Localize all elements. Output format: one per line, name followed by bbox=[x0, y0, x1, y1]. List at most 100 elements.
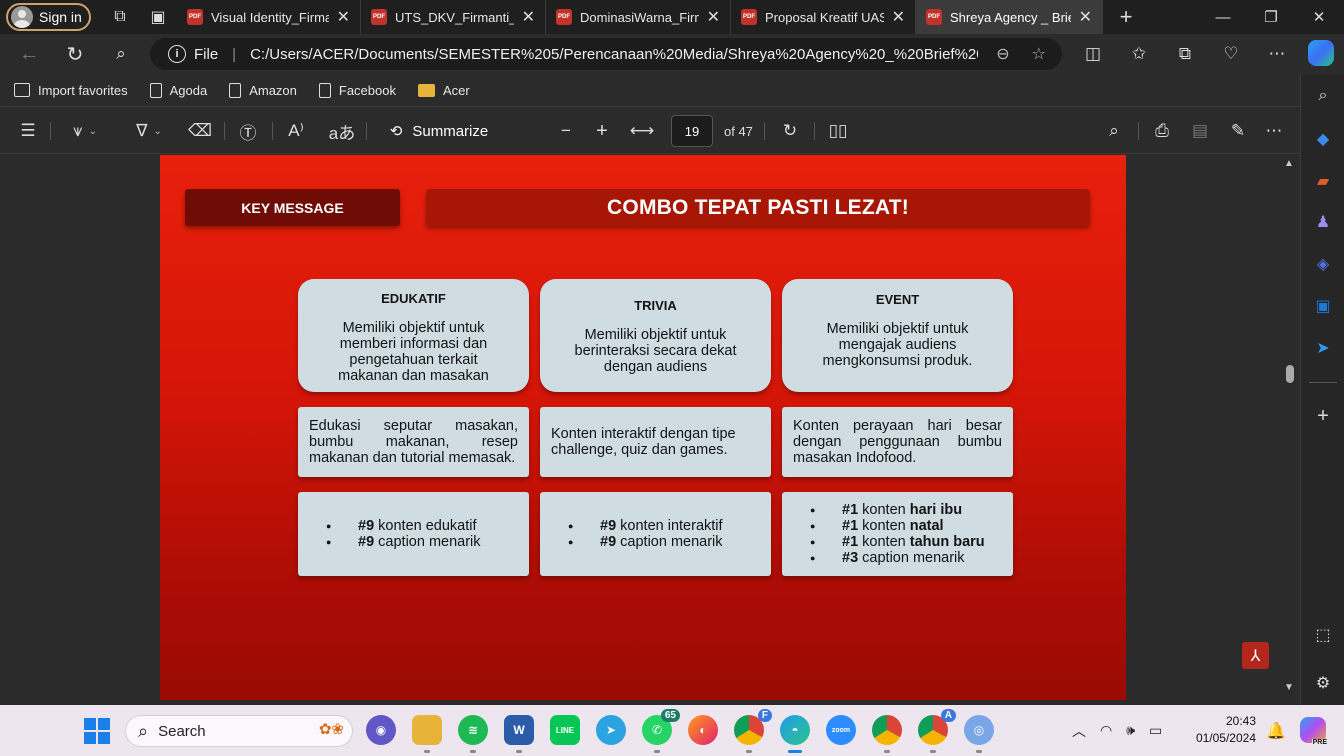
item-text: konten edukatif bbox=[374, 518, 477, 534]
favorite-import[interactable]: Import favorites bbox=[14, 83, 128, 98]
close-tab-icon[interactable]: ✕ bbox=[707, 7, 720, 27]
tab-shreya-agency[interactable]: PDF Shreya Agency _ Brie ✕ bbox=[916, 0, 1103, 34]
close-tab-icon[interactable]: ✕ bbox=[337, 7, 350, 27]
tab-uts-dkv[interactable]: PDF UTS_DKV_Firmanti_1 ✕ bbox=[361, 0, 546, 34]
item-text: caption menarik bbox=[374, 534, 481, 550]
file-explorer-icon[interactable] bbox=[412, 715, 442, 753]
firefox-icon[interactable]: ◐ bbox=[688, 715, 718, 745]
copilot-sidebar-icon[interactable]: ◈ bbox=[1301, 249, 1344, 279]
more-options-icon[interactable]: ⋯ bbox=[1254, 34, 1300, 74]
system-app-icon[interactable]: ◎ bbox=[964, 715, 994, 753]
tab-visual-identity[interactable]: PDF Visual Identity_Firman ✕ bbox=[177, 0, 361, 34]
tools-icon[interactable]: ▰ bbox=[1301, 166, 1344, 196]
summarize-label: Summarize bbox=[412, 122, 489, 140]
close-tab-icon[interactable]: ✕ bbox=[522, 7, 535, 27]
favorites-icon[interactable]: ✩ bbox=[1116, 34, 1162, 74]
summarize-button[interactable]: ⟲ Summarize bbox=[384, 107, 494, 155]
outlook-icon[interactable]: ▣ bbox=[1301, 291, 1344, 321]
workspaces-icon[interactable]: ⧉ bbox=[101, 0, 139, 34]
shopping-tag-icon[interactable]: ◆ bbox=[1301, 124, 1344, 154]
whatsapp-icon[interactable]: ✆ 65 bbox=[642, 709, 680, 753]
zoom-out-icon[interactable]: ⊖ bbox=[996, 44, 1009, 64]
collections-icon[interactable]: ⧉ bbox=[1162, 34, 1208, 74]
copilot-pre-icon[interactable]: PRE bbox=[1300, 717, 1328, 746]
find-icon[interactable]: ⌕ bbox=[1100, 107, 1128, 155]
restore-icon[interactable]: ❐ bbox=[1248, 0, 1294, 34]
windows-start-icon[interactable] bbox=[84, 718, 110, 744]
telegram-icon[interactable]: ➤ bbox=[596, 715, 626, 745]
tab-proposal-kreatif[interactable]: PDF Proposal Kreatif UAS ✕ bbox=[731, 0, 916, 34]
taskbar-search[interactable]: ⌕ Search ✿❀ bbox=[125, 715, 353, 747]
spotify-icon[interactable]: ≋ bbox=[458, 715, 488, 753]
search-icon[interactable]: ⌕ bbox=[98, 34, 144, 74]
minimize-icon[interactable]: — bbox=[1200, 0, 1246, 34]
acrobat-icon[interactable]: ⅄ bbox=[1242, 642, 1269, 669]
split-screen-icon[interactable]: ◫ bbox=[1070, 34, 1116, 74]
new-tab-icon[interactable]: + bbox=[1103, 0, 1149, 34]
fit-width-icon[interactable]: ⟷ bbox=[628, 107, 656, 155]
send-icon[interactable]: ➤ bbox=[1301, 333, 1344, 363]
add-text-icon[interactable]: Ⓣ bbox=[234, 107, 262, 155]
chrome-profile-photo-icon[interactable] bbox=[872, 715, 902, 753]
rotate-icon[interactable]: ↻ bbox=[776, 107, 804, 155]
word-icon[interactable]: W bbox=[504, 715, 534, 753]
pdf-more-icon[interactable]: ⋯ bbox=[1260, 107, 1288, 155]
page-number-input[interactable]: 19 bbox=[671, 115, 713, 147]
save-icon[interactable]: ▤ bbox=[1186, 107, 1214, 155]
copilot-app-icon[interactable]: ◉ bbox=[366, 715, 396, 745]
draw-icon[interactable]: ∇ ⌄ bbox=[124, 107, 174, 155]
sidebar-settings-icon[interactable]: ⚙ bbox=[1301, 668, 1344, 698]
chrome-profile-f-icon[interactable]: F bbox=[734, 709, 772, 753]
page-view-icon[interactable]: ▯▯ bbox=[824, 107, 852, 155]
games-icon[interactable]: ♟ bbox=[1301, 207, 1344, 237]
sidebar-search-icon[interactable]: ⌕ bbox=[1301, 81, 1344, 111]
contents-icon[interactable]: ☰ bbox=[14, 107, 42, 155]
content-card-event: Konten perayaan hari besar dengan penggu… bbox=[782, 407, 1013, 477]
sign-in-button[interactable]: Sign in bbox=[6, 3, 91, 31]
address-bar[interactable]: i File | C:/Users/ACER/Documents/SEMESTE… bbox=[150, 38, 1062, 70]
tray-overflow-icon[interactable]: ︿ bbox=[1072, 721, 1086, 741]
zoom-icon[interactable]: zoom bbox=[826, 715, 856, 745]
refresh-icon[interactable]: ↻ bbox=[52, 34, 98, 74]
favorite-star-icon[interactable]: ☆ bbox=[1032, 44, 1046, 64]
zoom-out-icon[interactable]: − bbox=[552, 107, 580, 155]
translate-icon[interactable]: aあ bbox=[328, 107, 356, 155]
close-tab-icon[interactable]: ✕ bbox=[1079, 7, 1092, 27]
read-aloud-icon[interactable]: A⁾ bbox=[282, 107, 310, 155]
print-icon[interactable]: ⎙ bbox=[1148, 107, 1176, 155]
volume-icon[interactable]: 🕪 bbox=[1126, 722, 1135, 739]
scrollbar-thumb[interactable] bbox=[1286, 365, 1294, 383]
edge-icon[interactable]: ◓ bbox=[780, 715, 810, 753]
close-tab-icon[interactable]: ✕ bbox=[892, 7, 905, 27]
erase-icon[interactable]: ⌫ bbox=[186, 107, 214, 155]
chrome-profile-a-icon[interactable]: A bbox=[918, 709, 956, 753]
line-icon[interactable]: LINE bbox=[550, 715, 580, 745]
tab-dominasi-warna[interactable]: PDF DominasiWarna_Firm ✕ bbox=[546, 0, 731, 34]
copilot-icon[interactable] bbox=[1308, 40, 1334, 66]
sign-in-label: Sign in bbox=[39, 9, 82, 25]
vertical-scrollbar[interactable]: ▲ ▼ bbox=[1283, 158, 1297, 703]
clock[interactable]: 20:43 01/05/2024 bbox=[1186, 713, 1256, 747]
tab-actions-icon[interactable]: ▣ bbox=[139, 0, 177, 34]
favorite-facebook[interactable]: Facebook bbox=[318, 82, 396, 98]
pdf-viewer[interactable]: KEY MESSAGE COMBO TEPAT PASTI LEZAT! EDU… bbox=[0, 155, 1300, 705]
favorite-amazon[interactable]: Amazon bbox=[229, 82, 297, 98]
favorite-agoda[interactable]: Agoda bbox=[149, 82, 207, 98]
wifi-icon[interactable]: ◠ bbox=[1100, 722, 1112, 739]
highlight-icon[interactable]: ⩛ ⌄ bbox=[60, 107, 110, 155]
screenshot-icon[interactable]: ⬚ bbox=[1301, 620, 1344, 650]
battery-icon[interactable]: ▭ bbox=[1149, 722, 1162, 739]
browser-essentials-icon[interactable]: ♡ bbox=[1208, 34, 1254, 74]
zoom-in-icon[interactable]: + bbox=[588, 107, 616, 155]
notifications-icon[interactable]: 🔔 bbox=[1266, 705, 1286, 756]
save-as-icon[interactable]: ✎ bbox=[1224, 107, 1252, 155]
favorite-label: Acer bbox=[442, 82, 470, 98]
back-icon[interactable]: ← bbox=[6, 34, 52, 74]
favorite-acer[interactable]: Acer bbox=[417, 82, 470, 98]
close-window-icon[interactable]: ✕ bbox=[1296, 0, 1342, 34]
info-icon[interactable]: i bbox=[168, 45, 186, 63]
tab-label: Shreya Agency _ Brie bbox=[950, 9, 1071, 25]
scroll-down-icon[interactable]: ▼ bbox=[1284, 682, 1294, 693]
add-sidebar-app-icon[interactable]: + bbox=[1301, 401, 1344, 431]
scroll-up-icon[interactable]: ▲ bbox=[1284, 158, 1294, 169]
